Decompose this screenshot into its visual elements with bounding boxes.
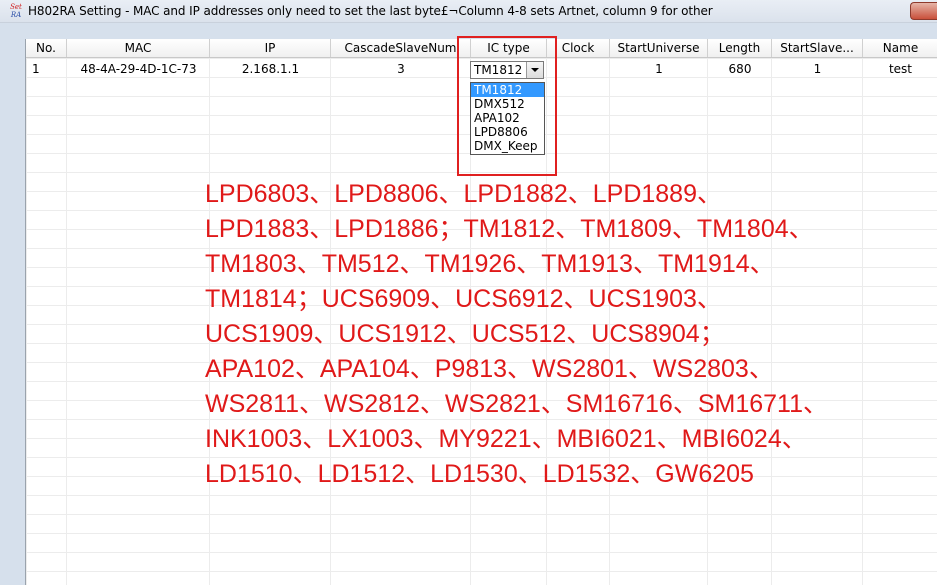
column-header-mac[interactable]: MAC bbox=[67, 39, 210, 57]
cell-start-slave[interactable]: 1 bbox=[772, 58, 863, 78]
annotation-line: TM1814；UCS6909、UCS6912、UCS1903、 bbox=[205, 285, 722, 313]
column-header-cascade-slave-num[interactable]: CascadeSlaveNum bbox=[331, 39, 471, 57]
annotation-line: INK1003、LX1003、MY9221、MBI6021、MBI6024、 bbox=[205, 425, 807, 453]
dropdown-option-tm1812[interactable]: TM1812 bbox=[471, 83, 544, 97]
column-header-ip[interactable]: IP bbox=[210, 39, 331, 57]
annotation-line: LPD1883、LPD1886；TM1812、TM1809、TM1804、 bbox=[205, 215, 814, 243]
cell-clock[interactable] bbox=[547, 58, 610, 78]
annotation-line: WS2811、WS2812、WS2821、SM16716、SM16711、 bbox=[205, 390, 828, 418]
cell-length[interactable]: 680 bbox=[708, 58, 772, 78]
title-bar: Set RA H802RA Setting - MAC and IP addre… bbox=[0, 0, 937, 23]
column-header-start-slave[interactable]: StartSlave... bbox=[772, 39, 863, 57]
annotation-line: TM1803、TM512、TM1926、TM1913、TM1914、 bbox=[205, 250, 775, 278]
grid-line bbox=[66, 39, 67, 585]
grid-header: No. MAC IP CascadeSlaveNum IC type Clock… bbox=[26, 39, 937, 58]
column-header-length[interactable]: Length bbox=[708, 39, 772, 57]
column-header-clock[interactable]: Clock bbox=[547, 39, 610, 57]
dropdown-option-apa102[interactable]: APA102 bbox=[471, 111, 544, 125]
annotation-line: LPD6803、LPD8806、LPD1882、LPD1889、 bbox=[205, 180, 722, 208]
ic-type-dropdown-list: TM1812 DMX512 APA102 LPD8806 DMX_Keep bbox=[470, 82, 545, 155]
annotation-line: APA102、APA104、P9813、WS2801、WS2803、 bbox=[205, 355, 774, 383]
settings-app-icon: Set RA bbox=[8, 3, 24, 19]
app-icon-text-top: Set bbox=[10, 3, 22, 11]
close-button[interactable] bbox=[910, 2, 937, 20]
supported-ic-annotation: LPD6803、LPD8806、LPD1882、LPD1889、 LPD1883… bbox=[205, 177, 925, 492]
cell-cascade-slave-num[interactable]: 3 bbox=[331, 58, 471, 78]
annotation-line: LD1510、LD1512、LD1530、LD1532、GW6205 bbox=[205, 460, 754, 488]
chevron-down-icon[interactable] bbox=[526, 62, 543, 78]
column-header-start-universe[interactable]: StartUniverse bbox=[610, 39, 708, 57]
cell-no[interactable]: 1 bbox=[26, 58, 67, 78]
column-header-no[interactable]: No. bbox=[26, 39, 67, 57]
column-header-name[interactable]: Name bbox=[863, 39, 937, 57]
window-title: H802RA Setting - MAC and IP addresses on… bbox=[28, 4, 713, 18]
cell-ip[interactable]: 2.168.1.1 bbox=[210, 58, 331, 78]
dropdown-option-lpd8806[interactable]: LPD8806 bbox=[471, 125, 544, 139]
cell-mac[interactable]: 48-4A-29-4D-1C-73 bbox=[67, 58, 210, 78]
cell-start-universe[interactable]: 1 bbox=[610, 58, 708, 78]
annotation-line: UCS1909、UCS1912、UCS512、UCS8904； bbox=[205, 320, 725, 348]
ic-type-selected-value: TM1812 bbox=[474, 63, 523, 77]
app-icon-text-bottom: RA bbox=[10, 11, 22, 19]
dropdown-option-dmx512[interactable]: DMX512 bbox=[471, 97, 544, 111]
cell-name[interactable]: test bbox=[863, 58, 937, 78]
dropdown-option-dmx-keep[interactable]: DMX_Keep bbox=[471, 139, 544, 153]
column-header-ic-type[interactable]: IC type bbox=[471, 39, 547, 57]
ic-type-combobox[interactable]: TM1812 bbox=[470, 61, 544, 79]
